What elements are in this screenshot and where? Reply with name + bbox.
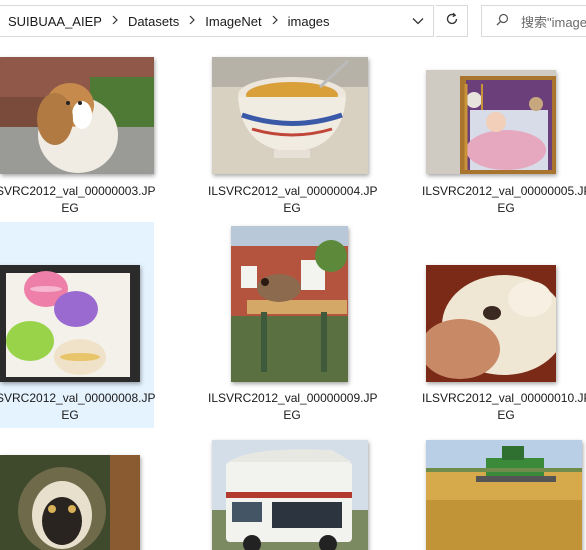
file-name: ILSVRC2012_val_00000003.JP EG: [0, 184, 156, 215]
search-input[interactable]: 搜索"image: [481, 5, 586, 37]
file-tile[interactable]: ILSVRC2012_val_00000005.JP EG: [422, 44, 586, 250]
thumbnail-image: [212, 440, 368, 550]
file-name: ILSVRC2012_val_00000005.JP EG: [422, 184, 586, 215]
breadcrumb: SUIBUAA_AIEP Datasets ImageNet images: [0, 6, 333, 36]
chevron-right-icon[interactable]: [182, 14, 202, 28]
thumbnail-image: [426, 265, 556, 382]
thumbnail-image: [231, 226, 348, 382]
thumbnail-image: [0, 265, 140, 382]
breadcrumb-item-images[interactable]: images: [285, 14, 333, 29]
file-name: ILSVRC2012_val_00000004.JP EG: [208, 184, 378, 215]
explorer-toolbar: SUIBUAA_AIEP Datasets ImageNet images 搜索…: [0, 0, 586, 44]
file-name: ILSVRC2012_val_00000009.JP EG: [208, 391, 378, 422]
file-name: ILSVRC2012_val_00000008.JP EG: [0, 391, 156, 422]
breadcrumb-item-root[interactable]: SUIBUAA_AIEP: [5, 14, 105, 29]
address-bar[interactable]: SUIBUAA_AIEP Datasets ImageNet images: [0, 5, 434, 37]
chevron-right-icon[interactable]: [265, 14, 285, 28]
thumbnail-image: [426, 70, 556, 174]
refresh-button[interactable]: [436, 5, 468, 37]
search-placeholder: 搜索"image: [521, 14, 586, 30]
breadcrumb-item-imagenet[interactable]: ImageNet: [202, 14, 264, 29]
breadcrumb-item-datasets[interactable]: Datasets: [125, 14, 182, 29]
file-tile[interactable]: [0, 428, 154, 550]
file-tile[interactable]: ILSVRC2012_val_00000003.JP EG: [0, 44, 156, 250]
chevron-down-icon[interactable]: [403, 6, 433, 36]
magnifier-icon: [496, 13, 509, 29]
file-tile[interactable]: ILSVRC2012_val_00000010.JP EG: [422, 222, 586, 428]
thumbnail-image: [426, 440, 582, 550]
thumbnail-image: [0, 57, 154, 174]
file-tile[interactable]: [422, 428, 586, 550]
file-tile[interactable]: ILSVRC2012_val_00000004.JP EG: [208, 44, 378, 250]
refresh-icon: [445, 12, 459, 31]
chevron-right-icon[interactable]: [105, 14, 125, 28]
file-tile-selected[interactable]: ILSVRC2012_val_00000008.JP EG: [0, 222, 156, 428]
thumbnail-image: [0, 455, 140, 550]
thumbnail-image: [212, 57, 368, 174]
file-tile[interactable]: ILSVRC2012_val_00000009.JP EG: [208, 222, 378, 428]
file-name: ILSVRC2012_val_00000010.JP EG: [422, 391, 586, 422]
file-tile[interactable]: [208, 428, 376, 550]
